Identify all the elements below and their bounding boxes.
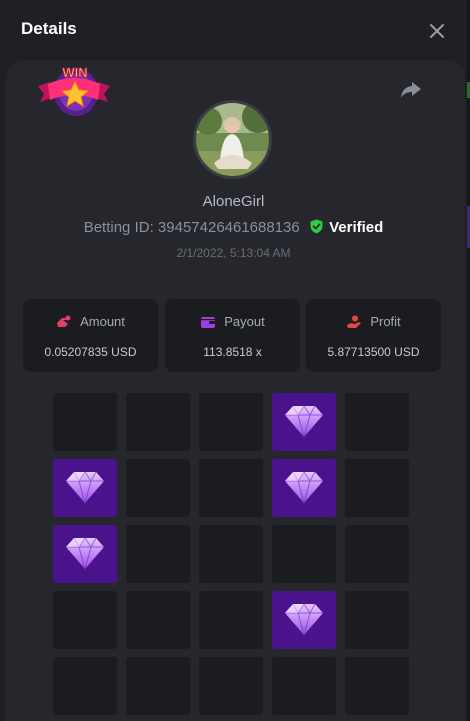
amount-stat-label-row: Amount — [23, 314, 158, 329]
board-tile[interactable] — [126, 459, 190, 517]
board-tile[interactable] — [53, 591, 117, 649]
board-tile-gem[interactable] — [53, 525, 117, 583]
amount-label: Amount — [80, 314, 125, 329]
board-tile[interactable] — [199, 459, 263, 517]
payout-stat: Payout 113.8518 x — [165, 299, 300, 372]
board-tile[interactable] — [199, 657, 263, 715]
betting-id-label: Betting ID: — [83, 219, 154, 236]
board-tile-gem[interactable] — [272, 459, 336, 517]
amount-icon — [57, 315, 71, 327]
board-tile[interactable] — [345, 393, 409, 451]
board-tile[interactable] — [199, 591, 263, 649]
amount-stat: Amount 0.05207835 USD — [23, 299, 158, 372]
share-button[interactable] — [398, 79, 424, 101]
win-badge-icon: WIN — [36, 62, 112, 120]
board-tile-gem[interactable] — [272, 591, 336, 649]
wallet-icon — [201, 317, 216, 328]
profit-icon — [347, 315, 362, 328]
board-tile[interactable] — [126, 657, 190, 715]
share-icon — [401, 82, 421, 98]
close-icon — [430, 24, 444, 38]
win-badge-text: WIN — [62, 65, 87, 80]
board-tile[interactable] — [345, 657, 409, 715]
board-tile-gem[interactable] — [53, 459, 117, 517]
modal-header: Details — [0, 0, 467, 58]
close-button[interactable] — [424, 18, 450, 44]
details-modal: Details WIN AloneGirl Betting ID: 394574… — [0, 0, 467, 721]
board-tile-gem[interactable] — [272, 393, 336, 451]
profit-label: Profit — [370, 314, 401, 329]
board-tile[interactable] — [199, 525, 263, 583]
avatar — [196, 103, 269, 176]
diamond-icon — [66, 537, 104, 571]
board-tile[interactable] — [126, 525, 190, 583]
profit-stat-label-row: Profit — [306, 314, 441, 329]
diamond-icon — [285, 405, 323, 439]
profit-value: 5.87713500 USD — [327, 345, 420, 359]
board-tile[interactable] — [272, 525, 336, 583]
payout-label: Payout — [224, 314, 265, 329]
verified-label: Verified — [329, 219, 384, 236]
board-tile[interactable] — [345, 591, 409, 649]
diamond-icon — [285, 471, 323, 505]
diamond-icon — [285, 603, 323, 637]
bet-datetime: 2/1/2022, 5:13:04 AM — [176, 246, 291, 260]
betting-id-value[interactable]: 39457426461688136 — [158, 219, 300, 236]
board-tile[interactable] — [272, 657, 336, 715]
board-tile[interactable] — [126, 591, 190, 649]
board-tile[interactable] — [345, 525, 409, 583]
betting-id-line: Betting ID: 39457426461688136 Verified — [0, 219, 467, 236]
shield-check-icon — [310, 219, 323, 234]
payout-value: 113.8518 x — [203, 345, 262, 359]
board-tile[interactable] — [345, 459, 409, 517]
board-tile[interactable] — [126, 393, 190, 451]
payout-stat-label-row: Payout — [165, 314, 300, 329]
diamond-icon — [66, 471, 104, 505]
username: AloneGirl — [202, 193, 265, 210]
board-tile[interactable] — [53, 393, 117, 451]
board-tile[interactable] — [199, 393, 263, 451]
profit-stat: Profit 5.87713500 USD — [306, 299, 441, 372]
board-tile[interactable] — [53, 657, 117, 715]
amount-value: 0.05207835 USD — [44, 345, 137, 359]
modal-title: Details — [21, 19, 77, 38]
